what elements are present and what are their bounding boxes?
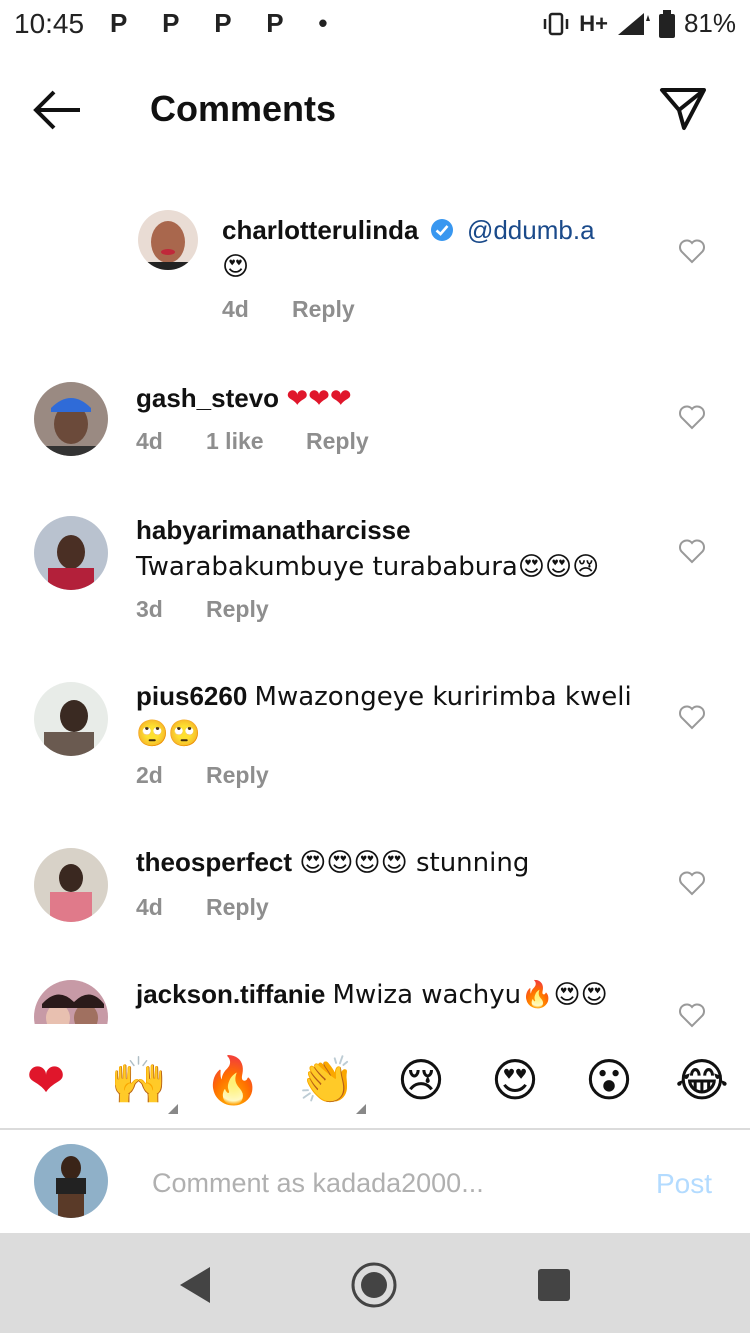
profile-photo-icon — [34, 848, 108, 922]
emoji-clap-button[interactable]: 👏 — [295, 1048, 359, 1112]
comment-meta: 3d Reply — [136, 596, 269, 623]
status-indicators: H+ 81% — [541, 8, 736, 39]
emoji-heart-button[interactable]: ❤ — [14, 1048, 78, 1112]
profile-photo-icon — [34, 1144, 108, 1218]
paper-plane-icon — [660, 88, 706, 130]
avatar[interactable] — [34, 980, 108, 1024]
like-heart-icon[interactable] — [678, 1002, 706, 1028]
comment-age: 2d — [136, 762, 163, 788]
verified-badge-icon — [430, 219, 453, 241]
comment-age: 4d — [136, 428, 163, 454]
emoji-laughing-button[interactable]: 😂 — [670, 1048, 734, 1112]
comment-username[interactable]: habyarimanatharcisse — [136, 515, 411, 545]
avatar[interactable] — [34, 682, 108, 756]
comment-item: charlotterulinda @ddumb.a 😍 4d Reply — [0, 200, 750, 340]
comment-meta: 4d Reply — [222, 296, 355, 323]
arrow-left-icon — [33, 90, 80, 130]
like-heart-icon[interactable] — [678, 704, 706, 730]
emoji-quick-bar: ❤ 🙌 🔥 👏 😢 😍 😮 😂 — [0, 1038, 750, 1122]
battery-level: 81% — [683, 8, 736, 38]
comment-age: 3d — [136, 596, 163, 622]
comment-text: habyarimanatharcisse Twarabakumbuye tura… — [136, 512, 656, 585]
nav-home-icon[interactable] — [350, 1261, 398, 1309]
nav-back-icon[interactable] — [172, 1261, 220, 1309]
nav-recents-icon[interactable] — [530, 1261, 578, 1309]
comment-username[interactable]: pius6260 — [136, 681, 247, 711]
comment-likes[interactable]: 1 like — [206, 428, 306, 455]
comment-meta: 2d Reply — [136, 762, 269, 789]
status-bar: 10:45 P P P P • H+ 81% — [0, 0, 750, 52]
current-user-avatar — [34, 1144, 108, 1218]
avatar[interactable] — [34, 382, 108, 456]
emoji-fire-button[interactable]: 🔥 — [201, 1048, 265, 1112]
comment-mention[interactable]: @ddumb.a — [467, 215, 595, 245]
like-heart-icon[interactable] — [678, 538, 706, 564]
profile-photo-icon — [138, 210, 198, 270]
comment-meta: 4d 1 like Reply — [136, 428, 369, 455]
back-button[interactable] — [32, 88, 84, 132]
like-heart-icon[interactable] — [678, 870, 706, 896]
page-title: Comments — [150, 88, 337, 129]
profile-photo-icon — [34, 382, 108, 456]
battery-icon — [658, 9, 675, 38]
comment-text: charlotterulinda @ddumb.a 😍 — [222, 212, 742, 285]
reply-button[interactable]: Reply — [306, 428, 369, 455]
avatar[interactable] — [138, 210, 198, 270]
signal-icon — [617, 12, 650, 35]
profile-photo-icon — [34, 682, 108, 756]
comment-age: 4d — [136, 894, 163, 920]
profile-photo-icon — [34, 980, 108, 1024]
notification-icons: P P P P • — [110, 8, 342, 38]
comment-username[interactable]: jackson.tiffanie — [136, 979, 325, 1009]
emoji-heart-eyes-button[interactable]: 😍 — [483, 1048, 547, 1112]
comment-text: theosperfect 😍😍😍😍 stunning — [136, 844, 656, 881]
share-button[interactable] — [658, 84, 708, 134]
reply-button[interactable]: Reply — [292, 296, 355, 323]
vibrate-icon — [543, 12, 569, 35]
reply-button[interactable]: Reply — [206, 894, 269, 921]
comment-text: pius6260 Mwazongeye kuririmba kweli 🙄🙄 — [136, 678, 656, 752]
comment-username[interactable]: charlotterulinda — [222, 215, 418, 245]
comment-item: habyarimanatharcisse Twarabakumbuye tura… — [0, 506, 750, 646]
comment-username[interactable]: gash_stevo — [136, 383, 279, 413]
skin-tone-indicator — [168, 1104, 178, 1114]
comment-message: ❤❤❤ — [286, 384, 352, 414]
comment-message: 😍 — [222, 252, 250, 282]
comment-meta: 4d Reply — [136, 894, 269, 921]
comment-message: 😍😍😍😍 stunning — [299, 848, 530, 878]
post-button[interactable]: Post — [656, 1168, 712, 1200]
comment-text: gash_stevo ❤❤❤ — [136, 380, 656, 417]
status-time: 10:45 — [14, 8, 85, 39]
emoji-surprised-button[interactable]: 😮 — [577, 1048, 641, 1112]
skin-tone-indicator — [356, 1104, 366, 1114]
comment-username[interactable]: theosperfect — [136, 847, 292, 877]
avatar[interactable] — [34, 516, 108, 590]
reply-button[interactable]: Reply — [206, 762, 269, 789]
comment-item: jackson.tiffanie Mwiza wachyu🔥😍😍 — [0, 970, 750, 1024]
like-heart-icon[interactable] — [678, 404, 706, 430]
navigation-bar — [0, 1233, 750, 1333]
comment-message: Twarabakumbuye turababura😍😍😢 — [136, 552, 600, 582]
avatar[interactable] — [34, 848, 108, 922]
comment-item: pius6260 Mwazongeye kuririmba kweli 🙄🙄 2… — [0, 672, 750, 812]
comment-message: Mwiza wachyu🔥😍😍 — [332, 980, 608, 1010]
comment-age: 4d — [222, 296, 249, 322]
comment-item: gash_stevo ❤❤❤ 4d 1 like Reply — [0, 372, 750, 482]
comment-input[interactable] — [150, 1160, 634, 1206]
emoji-crying-button[interactable]: 😢 — [389, 1048, 453, 1112]
reply-button[interactable]: Reply — [206, 596, 269, 623]
profile-photo-icon — [34, 516, 108, 590]
comment-text: jackson.tiffanie Mwiza wachyu🔥😍😍 — [136, 976, 656, 1013]
divider — [0, 1128, 750, 1130]
like-heart-icon[interactable] — [678, 238, 706, 264]
comment-item: theosperfect 😍😍😍😍 stunning 4d Reply — [0, 838, 750, 948]
network-type: H+ — [579, 10, 608, 36]
emoji-raised-hands-button[interactable]: 🙌 — [107, 1048, 171, 1112]
